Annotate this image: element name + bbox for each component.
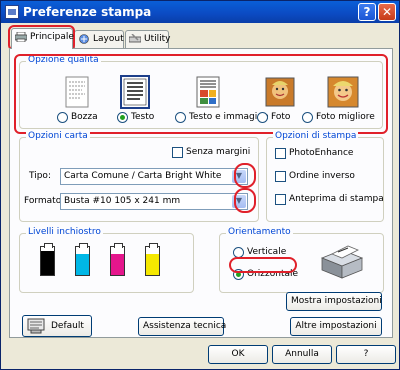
quality-radio-foto[interactable]	[257, 112, 268, 123]
tab-panel-principale: Opzione qualità Bozza Testo Testo e imma…	[9, 48, 393, 338]
reverse-order-checkbox[interactable]	[275, 171, 286, 182]
reverse-order-label[interactable]: Ordine inverso	[289, 171, 355, 181]
cancel-button[interactable]: Annulla	[272, 345, 332, 364]
paper-type-value: Carta Comune / Carta Bright White	[64, 171, 222, 181]
printer-landscape-icon	[320, 245, 364, 279]
chevron-down-icon[interactable]: ▼	[232, 195, 246, 208]
default-icon	[27, 318, 45, 334]
paper-type-select[interactable]: Carta Comune / Carta Bright White ▼	[60, 168, 248, 185]
title-close-button[interactable]: ✕	[378, 3, 396, 21]
orientation-label-verticale[interactable]: Verticale	[247, 247, 286, 257]
utility-icon	[129, 34, 141, 43]
photoenhance-checkbox[interactable]	[275, 148, 286, 159]
paper-type-label: Tipo:	[29, 171, 51, 181]
orientation-group: Orientamento Verticale Orizzontale	[219, 227, 384, 293]
draft-document-icon	[65, 76, 89, 108]
best-photo-icon	[327, 76, 359, 108]
print-options-legend: Opzioni di stampa	[273, 131, 359, 141]
orientation-radio-verticale[interactable]	[233, 247, 244, 258]
ink-level-yellow	[146, 254, 159, 275]
ink-cartridge-cyan	[75, 243, 90, 276]
paper-legend: Opzioni carta	[26, 131, 90, 141]
help-button[interactable]: ?	[336, 345, 396, 364]
borderless-checkbox[interactable]	[172, 147, 183, 158]
tab-layout[interactable]: Layout	[74, 30, 124, 48]
quality-label-testo[interactable]: Testo	[131, 112, 154, 122]
print-preview-label[interactable]: Anteprima di stampa	[289, 194, 384, 204]
quality-legend: Opzione qualità	[26, 55, 101, 65]
title-help-button[interactable]: ?	[358, 3, 376, 21]
text-image-document-icon	[196, 76, 220, 108]
quality-radio-testo-immagine[interactable]	[175, 112, 186, 123]
orientation-label-orizzontale[interactable]: Orizzontale	[247, 269, 298, 279]
tech-support-button[interactable]: Assistenza tecnica	[138, 317, 226, 336]
ink-level-magenta	[111, 254, 124, 275]
paper-format-value: Busta #10 105 x 241 mm	[64, 196, 181, 206]
tab-label: Layout	[93, 34, 124, 44]
ink-cartridge-yellow	[145, 243, 160, 276]
quality-label-foto-migliore[interactable]: Foto migliore	[316, 112, 375, 122]
orientation-radio-orizzontale[interactable]	[233, 269, 244, 280]
show-settings-button[interactable]: Mostra impostazioni	[286, 292, 382, 311]
window-title: Preferenze stampa	[23, 5, 152, 19]
layout-icon	[79, 34, 89, 44]
print-preview-checkbox[interactable]	[275, 194, 286, 205]
other-settings-button[interactable]: Altre impostazioni	[290, 317, 382, 336]
quality-radio-testo[interactable]	[117, 112, 128, 123]
paper-options-group: Opzioni carta Senza margini Tipo: Carta …	[19, 131, 259, 222]
borderless-label[interactable]: Senza margini	[186, 147, 250, 157]
tab-label: Principale	[30, 32, 74, 42]
paper-format-select[interactable]: Busta #10 105 x 241 mm ▼	[60, 193, 248, 210]
printer-app-icon	[5, 5, 19, 19]
tab-principale[interactable]: Principale	[11, 28, 74, 49]
print-preferences-dialog: Preferenze stampa ? ✕ Principale Layout …	[0, 0, 400, 370]
chevron-down-icon[interactable]: ▼	[232, 170, 246, 183]
ink-cartridge-magenta	[110, 243, 125, 276]
ok-button[interactable]: OK	[208, 345, 268, 364]
ink-cartridge-black	[40, 243, 55, 276]
text-document-icon	[120, 75, 150, 109]
default-label: Default	[51, 321, 84, 331]
quality-label-foto[interactable]: Foto	[271, 112, 290, 122]
quality-label-bozza[interactable]: Bozza	[71, 112, 98, 122]
print-options-group: Opzioni di stampa PhotoEnhance Ordine in…	[266, 131, 384, 222]
tab-utility[interactable]: Utility	[125, 30, 171, 48]
ink-levels-group: Livelli inchiostro	[19, 227, 194, 293]
quality-radio-bozza[interactable]	[57, 112, 68, 123]
quality-group: Opzione qualità Bozza Testo Testo e imma…	[19, 55, 383, 129]
ink-level-cyan	[76, 254, 89, 275]
default-button[interactable]: Default	[22, 315, 92, 337]
title-bar[interactable]: Preferenze stampa ? ✕	[1, 1, 399, 23]
photo-icon	[265, 77, 295, 107]
paper-format-label: Formato:	[24, 196, 65, 206]
orientation-legend: Orientamento	[226, 227, 293, 237]
tab-label: Utility	[144, 34, 171, 44]
printer-icon	[15, 32, 27, 42]
photoenhance-label[interactable]: PhotoEnhance	[289, 148, 353, 158]
ink-legend: Livelli inchiostro	[26, 227, 103, 237]
quality-radio-foto-migliore[interactable]	[302, 112, 313, 123]
ink-level-black	[41, 251, 54, 275]
